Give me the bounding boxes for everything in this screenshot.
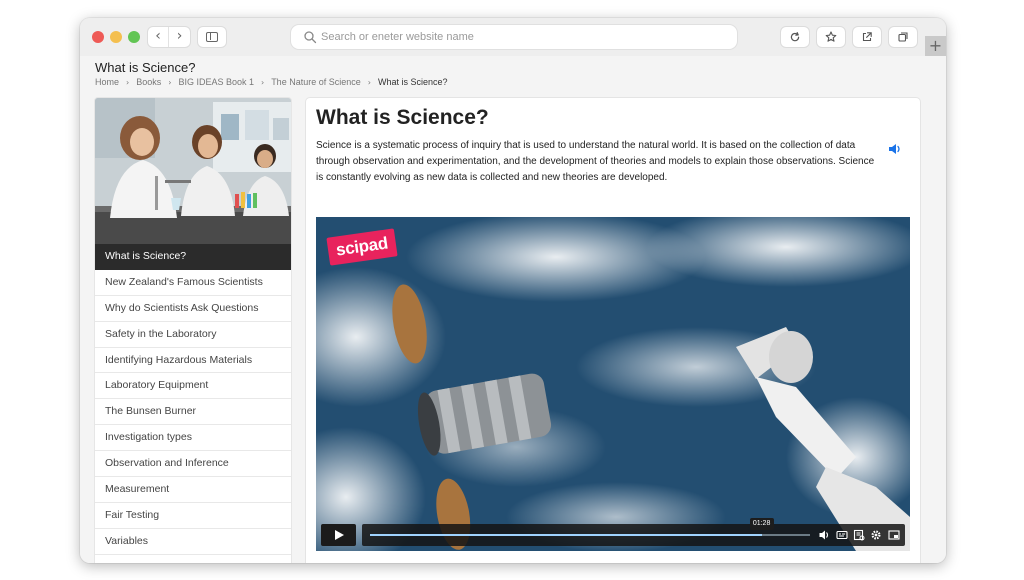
- browser-window: ‹ › Search or eneter website name + What…: [80, 18, 946, 563]
- sidebar-toggle-button[interactable]: [198, 27, 226, 47]
- search-input[interactable]: [321, 28, 721, 46]
- play-icon: [335, 530, 344, 540]
- picture-in-picture-icon[interactable]: [888, 529, 900, 541]
- topic-sidebar: What is Science? New Zealand's Famous Sc…: [95, 98, 291, 563]
- bookmark-button[interactable]: [817, 27, 845, 47]
- topic-menu: What is Science? New Zealand's Famous Sc…: [95, 244, 291, 555]
- speaker-icon[interactable]: [887, 142, 903, 156]
- plus-icon[interactable]: +: [925, 36, 946, 56]
- close-window-button[interactable]: [92, 31, 104, 43]
- transcript-icon[interactable]: [853, 529, 865, 541]
- chevron-right-icon: ›: [260, 78, 265, 87]
- menu-item-observation-inference[interactable]: Observation and Inference: [95, 451, 291, 478]
- zoom-window-button[interactable]: [128, 31, 140, 43]
- star-icon: [825, 31, 837, 42]
- reload-icon: [790, 32, 800, 42]
- breadcrumb: Home › Books › BIG IDEAS Book 1 › The Nature o…: [95, 77, 447, 87]
- menu-item-lab-equipment[interactable]: Laboratory Equipment: [95, 373, 291, 400]
- video-frame: [316, 217, 910, 551]
- menu-item-measurement[interactable]: Measurement: [95, 477, 291, 503]
- progress-fill: [370, 534, 762, 536]
- menu-item-lab-safety[interactable]: Safety in the Laboratory: [95, 321, 291, 348]
- page-title: What is Science?: [95, 60, 196, 75]
- breadcrumb-current: What is Science?: [377, 77, 448, 87]
- breadcrumb-books[interactable]: Books: [136, 77, 161, 87]
- video-controls: 01:28: [321, 518, 905, 546]
- search-icon: [304, 31, 317, 44]
- volume-icon[interactable]: [818, 529, 830, 541]
- content-body: Science is a systematic process of inqui…: [316, 140, 875, 183]
- chevron-right-icon: ›: [168, 78, 172, 87]
- tabs-button[interactable]: [889, 27, 917, 47]
- menu-item-investigation-types[interactable]: Investigation types: [95, 425, 291, 452]
- video-player[interactable]: scipad 01:28: [316, 217, 910, 551]
- share-button[interactable]: [853, 27, 881, 47]
- nav-buttons: ‹ ›: [148, 27, 190, 47]
- breadcrumb-chapter[interactable]: The Nature of Science: [271, 77, 361, 87]
- menu-item-what-is-science[interactable]: What is Science?: [95, 244, 291, 270]
- captions-icon[interactable]: [836, 529, 848, 541]
- breadcrumb-book[interactable]: BIG IDEAS Book 1: [178, 77, 254, 87]
- main-content: What is Science? Science is a systematic…: [306, 98, 920, 563]
- menu-item-fair-testing[interactable]: Fair Testing: [95, 502, 291, 529]
- breadcrumb-home[interactable]: Home: [95, 77, 119, 87]
- web-page: What is Science? Home › Books › BIG IDEAS Bo…: [80, 56, 946, 563]
- control-bar: 01:28: [362, 518, 905, 546]
- address-bar[interactable]: [291, 25, 737, 49]
- play-button[interactable]: [321, 524, 356, 546]
- settings-icon[interactable]: [870, 529, 882, 541]
- chevron-right-icon: ›: [126, 78, 130, 87]
- menu-item-variables[interactable]: Variables: [95, 528, 291, 555]
- chevron-right-icon[interactable]: ›: [169, 27, 190, 47]
- time-tooltip: 01:28: [749, 518, 774, 530]
- students-laboratory-photo: [95, 98, 291, 244]
- content-title: What is Science?: [316, 106, 489, 129]
- share-icon: [862, 32, 872, 42]
- browser-toolbar: ‹ › Search or eneter website name +: [80, 18, 946, 56]
- menu-item-hazardous-materials[interactable]: Identifying Hazardous Materials: [95, 347, 291, 374]
- chevron-left-icon[interactable]: ‹: [148, 27, 169, 47]
- reload-button[interactable]: [781, 27, 809, 47]
- sidebar-icon: [206, 32, 218, 42]
- minimize-window-button[interactable]: [110, 31, 122, 43]
- chevron-right-icon: ›: [367, 78, 371, 87]
- screen: ‹ › Search or eneter website name + What…: [0, 0, 1024, 580]
- tabs-icon: [898, 32, 908, 42]
- menu-item-ask-questions[interactable]: Why do Scientists Ask Questions: [95, 295, 291, 322]
- progress-bar[interactable]: 01:28: [370, 518, 810, 536]
- menu-item-nz-scientists[interactable]: New Zealand's Famous Scientists: [95, 269, 291, 296]
- menu-item-bunsen-burner[interactable]: The Bunsen Burner: [95, 399, 291, 426]
